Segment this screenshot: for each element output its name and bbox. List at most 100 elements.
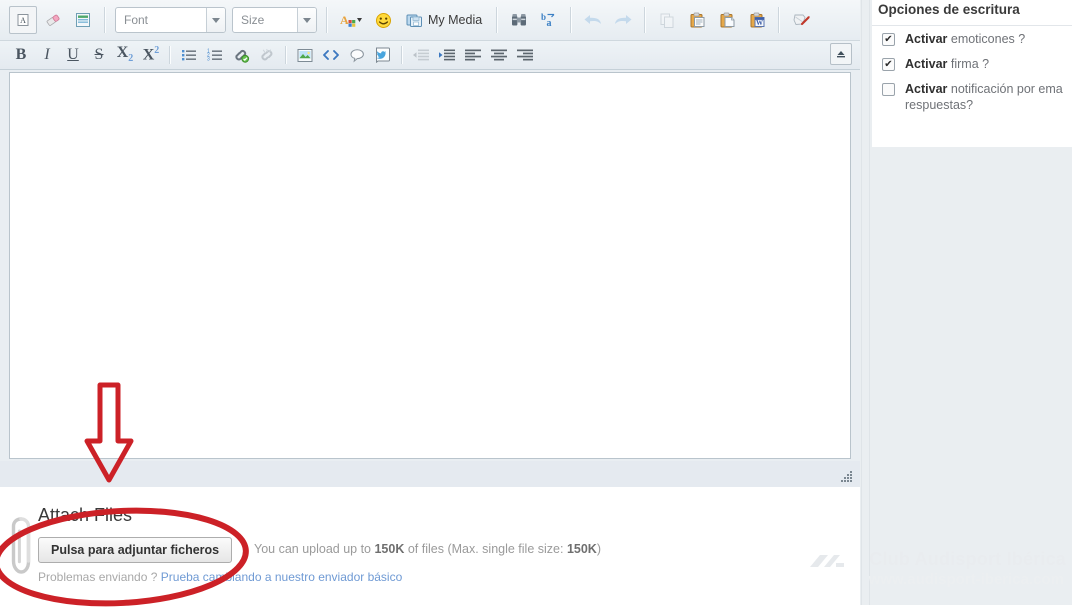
paste-text-button[interactable] bbox=[713, 6, 741, 34]
svg-text:b: b bbox=[541, 12, 546, 22]
bold-glyph: B bbox=[15, 46, 27, 63]
signature-label-rest: firma ? bbox=[947, 57, 990, 71]
paste-word-icon: W bbox=[750, 12, 765, 27]
undo-button[interactable] bbox=[579, 6, 607, 34]
svg-text:a: a bbox=[547, 18, 552, 28]
remove-format-icon bbox=[793, 14, 810, 25]
insert-code-button[interactable] bbox=[321, 44, 341, 66]
toolbar-separator bbox=[570, 7, 573, 33]
bulleted-list-icon bbox=[182, 50, 196, 61]
writing-options-title: Opciones de escritura bbox=[878, 2, 1020, 17]
toolbar-separator bbox=[104, 7, 106, 33]
emoticons-label-strong: Activar bbox=[905, 32, 948, 46]
align-left-icon bbox=[465, 49, 481, 61]
numbered-list-icon: 1 2 3 bbox=[207, 49, 222, 62]
writing-options-panel: Opciones de escritura Activar emoticones… bbox=[872, 0, 1072, 147]
find-replace-button[interactable] bbox=[505, 6, 533, 34]
option-row-emoticons[interactable]: Activar emoticones ? bbox=[872, 26, 1072, 51]
attach-files-button-label: Pulsa para adjuntar ficheros bbox=[51, 543, 220, 557]
paste-word-button[interactable]: W bbox=[743, 6, 771, 34]
svg-text:A: A bbox=[340, 13, 349, 27]
templates-button[interactable] bbox=[69, 6, 97, 34]
redo-button[interactable] bbox=[609, 6, 637, 34]
superscript-button[interactable]: X2 bbox=[141, 44, 161, 66]
toolbar-separator bbox=[285, 46, 287, 64]
align-right-icon bbox=[517, 49, 533, 61]
superscript-glyph: X2 bbox=[142, 45, 160, 64]
email-notification-label: Activar notificación por ema respuestas? bbox=[905, 81, 1063, 113]
emoticons-checkbox[interactable] bbox=[882, 33, 895, 46]
editor-body[interactable] bbox=[9, 72, 851, 459]
signature-label-strong: Activar bbox=[905, 57, 948, 71]
emoticons-label-rest: emoticones ? bbox=[947, 32, 1026, 46]
chevron-down-icon[interactable] bbox=[297, 8, 316, 32]
font-select[interactable]: Font bbox=[115, 7, 226, 33]
signature-label: Activar firma ? bbox=[905, 56, 989, 72]
collapse-toolbar-button[interactable] bbox=[830, 43, 852, 65]
outdent-icon bbox=[413, 49, 429, 61]
strikethrough-button[interactable]: S bbox=[89, 44, 109, 66]
remove-format-button[interactable] bbox=[787, 6, 815, 34]
templates-icon bbox=[76, 13, 90, 27]
my-media-button[interactable]: My Media bbox=[400, 8, 488, 32]
editor-statusbar bbox=[0, 461, 860, 487]
svg-text:W: W bbox=[756, 19, 763, 27]
gutter-divider-right bbox=[869, 0, 870, 605]
size-select[interactable]: Size bbox=[232, 7, 317, 33]
upload-limit-note: You can upload up to 150K of files (Max.… bbox=[254, 542, 601, 556]
rich-text-editor: A Font Size A My Media b a W B I U S X2 … bbox=[0, 0, 860, 487]
align-left-button[interactable] bbox=[463, 44, 483, 66]
underline-button[interactable]: U bbox=[63, 44, 83, 66]
font-select-value: Font bbox=[124, 13, 149, 27]
insert-tweet-button[interactable] bbox=[373, 44, 393, 66]
copy-button[interactable] bbox=[653, 6, 681, 34]
upload-note-max: 150K bbox=[566, 542, 597, 556]
insert-quote-button[interactable] bbox=[347, 44, 367, 66]
resize-grip-icon[interactable] bbox=[840, 469, 854, 483]
email-notification-label-rest: notificación por ema bbox=[947, 82, 1063, 96]
chevron-down-icon[interactable] bbox=[206, 8, 225, 32]
link-button[interactable] bbox=[231, 44, 251, 66]
spellcheck-button[interactable]: b a bbox=[535, 6, 563, 34]
source-code-button[interactable]: A bbox=[9, 6, 37, 34]
signature-checkbox[interactable] bbox=[882, 58, 895, 71]
eraser-icon bbox=[46, 14, 60, 26]
my-media-icon bbox=[406, 14, 422, 27]
basic-uploader-link[interactable]: Prueba cambiando a nuestro enviador bási… bbox=[161, 570, 403, 584]
eraser-button[interactable] bbox=[39, 6, 67, 34]
outdent-button[interactable] bbox=[411, 44, 431, 66]
align-center-button[interactable] bbox=[489, 44, 509, 66]
size-select-value: Size bbox=[241, 13, 265, 27]
numbered-list-button[interactable]: 1 2 3 bbox=[205, 44, 225, 66]
paste-icon bbox=[690, 12, 705, 27]
insert-image-button[interactable] bbox=[295, 44, 315, 66]
bold-button[interactable]: B bbox=[11, 44, 31, 66]
bulleted-list-button[interactable] bbox=[179, 44, 199, 66]
redo-arrow-icon bbox=[615, 15, 632, 24]
upload-note-suffix: ) bbox=[596, 542, 601, 556]
text-color-button[interactable]: A bbox=[335, 6, 367, 34]
copy-icon bbox=[660, 13, 674, 28]
option-row-signature[interactable]: Activar firma ? bbox=[872, 51, 1072, 76]
gutter-divider-left bbox=[861, 0, 862, 605]
email-notification-checkbox[interactable] bbox=[882, 83, 895, 96]
paste-button[interactable] bbox=[683, 6, 711, 34]
subscript-glyph: X2 bbox=[116, 44, 134, 65]
emoticon-button[interactable] bbox=[369, 6, 397, 34]
trouble-sending-label: Problemas enviando ? bbox=[38, 570, 158, 584]
attach-files-button[interactable]: Pulsa para adjuntar ficheros bbox=[38, 537, 233, 563]
align-right-button[interactable] bbox=[515, 44, 535, 66]
option-row-email-notification[interactable]: Activar notificación por ema respuestas? bbox=[872, 76, 1072, 117]
upload-note-middle: of files (Max. single file size: bbox=[404, 542, 567, 556]
toolbar-separator bbox=[326, 7, 328, 33]
indent-button[interactable] bbox=[437, 44, 457, 66]
unlink-icon bbox=[261, 48, 273, 60]
subscript-button[interactable]: X2 bbox=[115, 44, 135, 66]
source-code-icon: A bbox=[17, 14, 29, 26]
toolbar-separator bbox=[401, 46, 403, 64]
italic-button[interactable]: I bbox=[37, 44, 57, 66]
spellcheck-icon: b a bbox=[541, 12, 555, 28]
unlink-button[interactable] bbox=[257, 44, 277, 66]
upload-note-prefix: You can upload up to bbox=[254, 542, 375, 556]
toolbar-separator bbox=[778, 7, 781, 33]
